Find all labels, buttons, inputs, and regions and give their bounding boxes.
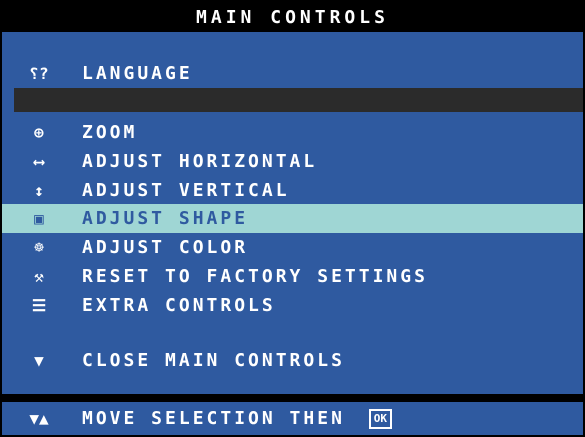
footer-text: MOVE SELECTION THEN (82, 408, 345, 429)
horizontal-adjust-icon: ⟷ (34, 152, 44, 171)
shape-icon: ▣ (34, 209, 44, 228)
language-icon: ⸮? (29, 64, 49, 83)
menu-item-extra-controls[interactable]: ☰ EXTRA CONTROLS (2, 291, 583, 320)
language-value-bar (14, 88, 583, 112)
menu-item-zoom[interactable]: ⊕ ZOOM (2, 118, 583, 147)
zoom-icon: ⊕ (34, 123, 44, 142)
up-down-arrows-icon: ▼▲ (29, 409, 49, 428)
menu-item-label: ADJUST SHAPE (82, 208, 249, 229)
menu-item-label: CLOSE MAIN CONTROLS (82, 350, 345, 371)
main-controls-osd: MAIN CONTROLS ⸮? LANGUAGE ⊕ ZOOM ⟷ ADJUS… (0, 0, 585, 437)
extra-controls-icon: ☰ (31, 296, 47, 315)
menu-item-language[interactable]: ⸮? LANGUAGE (2, 59, 583, 88)
menu-item-label: ADJUST COLOR (82, 237, 249, 258)
title-bar: MAIN CONTROLS (2, 2, 583, 32)
menu-item-adjust-color[interactable]: ☸ ADJUST COLOR (2, 233, 583, 262)
footer-hint: ▼▲ MOVE SELECTION THEN OK (2, 402, 583, 435)
menu-item-label: ADJUST HORIZONTAL (82, 151, 318, 172)
page-title: MAIN CONTROLS (196, 6, 389, 28)
down-arrow-circle-icon: ▼ (34, 351, 44, 370)
factory-reset-icon: ⚒ (34, 267, 44, 286)
menu-item-adjust-shape[interactable]: ▣ ADJUST SHAPE (2, 204, 583, 233)
menu-item-label: RESET TO FACTORY SETTINGS (82, 266, 428, 287)
vertical-adjust-icon: ↕ (34, 181, 44, 200)
color-palette-icon: ☸ (34, 238, 44, 257)
menu-item-label: ADJUST VERTICAL (82, 180, 290, 201)
ok-button-glyph: OK (368, 409, 392, 429)
menu-item-adjust-vertical[interactable]: ↕ ADJUST VERTICAL (2, 176, 583, 205)
menu-item-label: EXTRA CONTROLS (82, 295, 276, 316)
menu-item-label: LANGUAGE (82, 63, 193, 84)
footer-divider (2, 394, 583, 402)
menu-item-close-main-controls[interactable]: ▼ CLOSE MAIN CONTROLS (2, 346, 583, 375)
footer-label: MOVE SELECTION THEN OK (82, 408, 392, 429)
menu-item-adjust-horizontal[interactable]: ⟷ ADJUST HORIZONTAL (2, 147, 583, 176)
menu-item-reset-factory[interactable]: ⚒ RESET TO FACTORY SETTINGS (2, 262, 583, 291)
menu-item-label: ZOOM (82, 122, 138, 143)
